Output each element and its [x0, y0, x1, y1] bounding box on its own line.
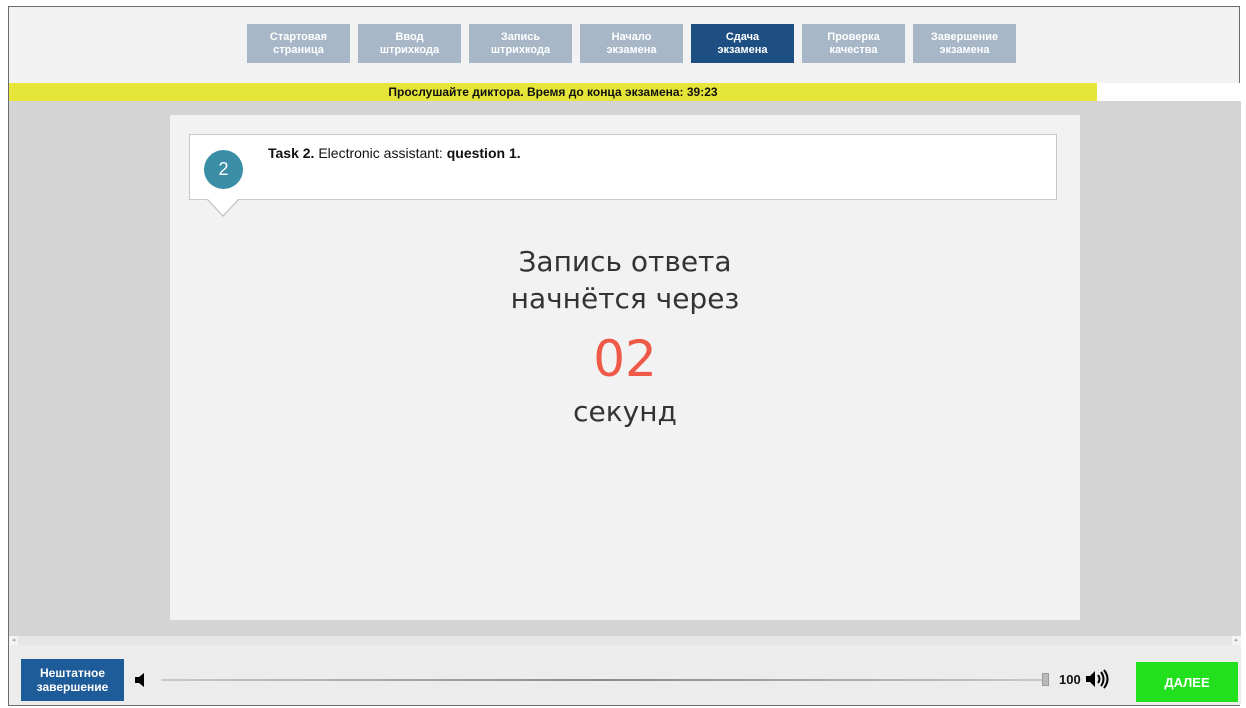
task-label: Task 2.: [268, 145, 315, 161]
step-label-line2: качества: [829, 43, 878, 56]
task-title: Task 2. Electronic assistant: question 1…: [268, 145, 521, 161]
status-bar: Прослушайте диктора. Время до конца экза…: [9, 83, 1097, 101]
bottom-bar: Нештатное завершение 100 ДАЛЕЕ: [9, 645, 1241, 705]
recording-countdown: Запись ответа начнётся через 02 секунд: [170, 243, 1080, 429]
task-question: question 1.: [446, 145, 521, 161]
step-exam-finish[interactable]: Завершение экзамена: [913, 24, 1016, 63]
step-label-line1: Запись: [500, 30, 541, 43]
volume-high-icon[interactable]: [1085, 669, 1113, 689]
step-label-line1: Начало: [611, 30, 652, 43]
step-quality-check[interactable]: Проверка качества: [802, 24, 905, 63]
volume-value: 100: [1059, 672, 1081, 687]
step-label-line1: Ввод: [395, 30, 424, 43]
step-barcode-record[interactable]: Запись штрихкода: [469, 24, 572, 63]
step-exam-taking[interactable]: Сдача экзамена: [691, 24, 794, 63]
scroll-right-icon[interactable]: ▸: [1232, 636, 1241, 645]
step-label-line1: Сдача: [725, 30, 760, 43]
step-label-line2: штрихкода: [490, 43, 551, 56]
countdown-value: 02: [593, 330, 657, 388]
task-description: Electronic assistant:: [318, 145, 443, 161]
speech-pointer: [206, 198, 240, 217]
step-label-line2: экзамена: [717, 43, 768, 56]
status-text: Прослушайте диктора. Время до конца экза…: [388, 85, 718, 99]
step-label-line1: Проверка: [827, 30, 880, 43]
volume-slider-handle[interactable]: [1042, 673, 1049, 686]
volume-low-icon[interactable]: [133, 671, 151, 689]
step-barcode-input[interactable]: Ввод штрихкода: [358, 24, 461, 63]
status-bar-spacer: [1097, 83, 1241, 101]
step-label-line1: Завершение: [930, 30, 999, 43]
step-label-line2: экзамена: [606, 43, 657, 56]
horizontal-scrollbar[interactable]: ◂ ▸: [9, 636, 1241, 645]
step-navigation: Стартовая страница Ввод штрихкода Запись…: [9, 7, 1239, 83]
task-card: 2 Task 2. Electronic assistant: question…: [189, 134, 1057, 217]
next-button[interactable]: ДАЛЕЕ: [1136, 662, 1238, 702]
task-number-badge: 2: [204, 150, 243, 189]
step-label-line2: штрихкода: [379, 43, 440, 56]
step-list: Стартовая страница Ввод штрихкода Запись…: [247, 24, 1016, 63]
step-exam-start[interactable]: Начало экзамена: [580, 24, 683, 63]
abort-label-line1: Нештатное: [39, 666, 106, 680]
scroll-left-icon[interactable]: ◂: [9, 636, 18, 645]
step-label-line2: экзамена: [939, 43, 990, 56]
exam-panel: 2 Task 2. Electronic assistant: question…: [170, 115, 1080, 620]
step-start-page[interactable]: Стартовая страница: [247, 24, 350, 63]
volume-slider[interactable]: [161, 679, 1045, 681]
step-label-line2: страница: [273, 43, 324, 56]
countdown-unit: секунд: [573, 395, 677, 428]
abort-exam-button[interactable]: Нештатное завершение: [21, 659, 124, 701]
countdown-line1: Запись ответа: [518, 245, 732, 278]
abort-label-line2: завершение: [36, 680, 109, 694]
content-area: 2 Task 2. Electronic assistant: question…: [9, 101, 1241, 636]
step-label-line1: Стартовая: [269, 30, 328, 43]
exam-window: Стартовая страница Ввод штрихкода Запись…: [8, 6, 1241, 706]
countdown-line2: начнётся через: [510, 282, 740, 315]
